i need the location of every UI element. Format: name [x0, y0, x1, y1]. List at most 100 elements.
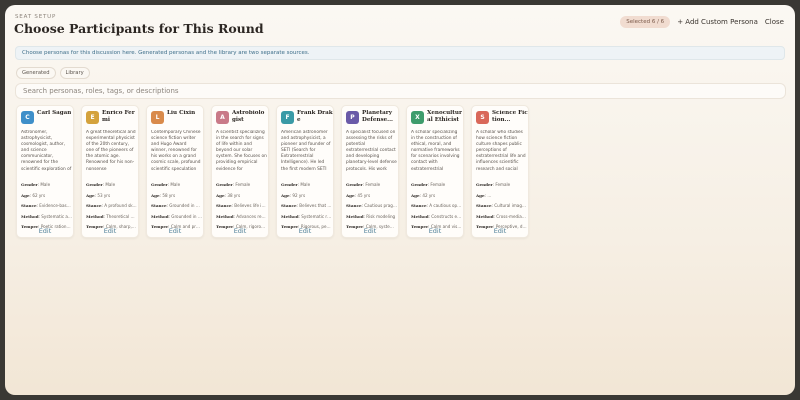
attr-age-value: 92 yrs — [292, 192, 306, 198]
attr-method-label: Method — [151, 213, 169, 219]
attr-stance-value: Believes life is common — [234, 203, 267, 208]
persona-description: A great theoretical and experimental phy… — [86, 130, 137, 177]
attr-age: Age: 62 yrs — [21, 192, 46, 198]
avatar-initial: F — [285, 114, 290, 121]
avatar-initial: L — [155, 114, 160, 121]
attr-stance-label: Stance — [411, 203, 427, 208]
persona-card[interactable]: S Science Fiction... A scholar who studi… — [471, 105, 529, 238]
tab-library[interactable]: Library — [59, 67, 90, 79]
attr-method-label: Method — [476, 213, 494, 219]
info-banner: Choose personas for this discussion here… — [15, 46, 785, 60]
persona-description: A scientist specializing in the search f… — [216, 130, 267, 177]
persona-card-list: C Carl Sagan Astronomer, astrophysicist,… — [16, 105, 529, 238]
attr-age: Age: 53 yrs — [86, 192, 111, 198]
persona-card[interactable]: F Frank Drake American astronomer and as… — [276, 105, 334, 238]
avatar-initial: S — [480, 114, 485, 121]
persona-card[interactable]: X Xenocultural Ethicist A scholar specia… — [406, 105, 464, 238]
edit-persona-button[interactable]: Edit — [277, 227, 333, 235]
attr-age-value: 42 yrs — [422, 192, 436, 198]
attr-gender-label: Gender — [476, 182, 493, 187]
attr-age-label: Age — [216, 192, 225, 198]
attr-gender-label: Gender — [411, 182, 428, 187]
attr-stance: Stance: Cultural imagination — [476, 203, 527, 214]
persona-name: Carl Sagan — [37, 110, 72, 116]
edit-persona-button[interactable]: Edit — [212, 227, 268, 235]
attr-stance-value: Believes that advanced — [299, 203, 332, 208]
attr-method-label: Method — [346, 213, 364, 219]
attr-age-label: Age — [281, 192, 290, 198]
attr-stance-value: Grounded in dark forest — [169, 203, 202, 208]
attr-age-value: 53 yrs — [97, 192, 111, 198]
attr-method-value: Theoretical physics — [106, 213, 137, 219]
attr-method-label: Method — [86, 213, 104, 219]
persona-card[interactable]: L Liu Cixin Contemporary Chinese science… — [146, 105, 204, 238]
attr-age-value: 45 yrs — [357, 192, 371, 198]
attr-age-value: 58 yrs — [162, 192, 176, 198]
persona-card[interactable]: C Carl Sagan Astronomer, astrophysicist,… — [16, 105, 74, 238]
persona-name: Xenocultural Ethicist — [427, 110, 462, 123]
persona-card[interactable]: P Planetary Defense... A specialist focu… — [341, 105, 399, 238]
attr-method-label: Method — [216, 213, 234, 219]
search-input[interactable] — [15, 83, 786, 99]
attr-stance-value: A profound skeptic — [104, 203, 137, 208]
attr-age-value: 38 yrs — [227, 192, 241, 198]
edit-persona-button[interactable]: Edit — [82, 227, 138, 235]
edit-persona-button[interactable]: Edit — [17, 227, 73, 235]
edit-persona-button[interactable]: Edit — [407, 227, 463, 235]
persona-card-header: S Science Fiction... — [476, 110, 528, 124]
attr-gender: Gender: Male — [151, 182, 181, 187]
attr-age-value: 62 yrs — [32, 192, 46, 198]
attr-method: Method: Systematic radio search — [281, 214, 332, 225]
attr-stance-label: Stance — [281, 203, 297, 208]
persona-description: A scholar who studies how science fictio… — [476, 130, 527, 177]
attr-gender-label: Gender — [151, 182, 168, 187]
dialog-eyebrow: SEAT SETUP — [15, 14, 57, 20]
edit-persona-button[interactable]: Edit — [147, 227, 203, 235]
attr-stance-value: A cautious optimist — [429, 203, 462, 208]
edit-persona-button[interactable]: Edit — [342, 227, 398, 235]
attr-gender: Gender: Male — [86, 182, 116, 187]
persona-card-header: P Planetary Defense... — [346, 110, 398, 124]
persona-description: A specialist focused on assessing the ri… — [346, 130, 397, 177]
attr-age: Age: 92 yrs — [281, 192, 306, 198]
attr-age-label: Age — [411, 192, 420, 198]
persona-card[interactable]: E Enrico Fermi A great theoretical and e… — [81, 105, 139, 238]
attr-stance-value: Cautious pragmatism — [364, 203, 397, 208]
add-custom-persona-button[interactable]: + Add Custom Persona — [677, 18, 758, 26]
attr-method-label: Method — [411, 213, 429, 219]
attr-method: Method: Grounded in hard science — [151, 214, 202, 225]
attr-method: Method: Cross-media analysis — [476, 214, 527, 225]
attr-gender: Gender: Female — [476, 182, 511, 187]
attr-gender-value: Female — [430, 182, 446, 187]
attr-method: Method: Constructs ethical — [411, 214, 462, 225]
persona-card-header: C Carl Sagan — [21, 110, 73, 124]
attr-age-value: ... — [487, 192, 492, 198]
persona-card[interactable]: A Astrobiologist A scientist specializin… — [211, 105, 269, 238]
seat-setup-dialog: SEAT SETUP Choose Participants for This … — [5, 5, 795, 395]
persona-description: American astronomer and astrophysicist, … — [281, 130, 332, 177]
close-button[interactable]: Close — [765, 18, 784, 26]
attr-stance-label: Stance — [21, 203, 37, 208]
source-tabs: Generated Library — [16, 67, 90, 79]
attr-method-value: Cross-media analysis — [496, 213, 527, 219]
selected-count-badge: Selected 6 / 6 — [620, 16, 671, 28]
attr-method: Method: Risk modeling — [346, 213, 396, 219]
persona-card-header: F Frank Drake — [281, 110, 333, 124]
persona-card-header: L Liu Cixin — [151, 110, 203, 124]
attr-gender-value: Female — [365, 182, 381, 187]
attr-stance: Stance: Evidence-based optimism — [21, 203, 72, 214]
attr-stance: Stance: A cautious optimist — [411, 203, 462, 214]
edit-persona-button[interactable]: Edit — [472, 227, 528, 235]
persona-card-header: X Xenocultural Ethicist — [411, 110, 463, 124]
attr-method-value: Advances research — [236, 213, 267, 219]
tab-generated[interactable]: Generated — [16, 67, 56, 79]
avatar: C — [21, 111, 34, 124]
attr-stance: Stance: Believes that advanced — [281, 203, 332, 214]
attr-age: Age: 38 yrs — [216, 192, 241, 198]
avatar: X — [411, 111, 424, 124]
attr-method: Method: Advances research — [216, 214, 267, 225]
page-title: Choose Participants for This Round — [14, 21, 264, 36]
persona-description: Astronomer, astrophysicist, cosmologist,… — [21, 130, 72, 177]
avatar: E — [86, 111, 99, 124]
attr-age-label: Age — [346, 192, 355, 198]
